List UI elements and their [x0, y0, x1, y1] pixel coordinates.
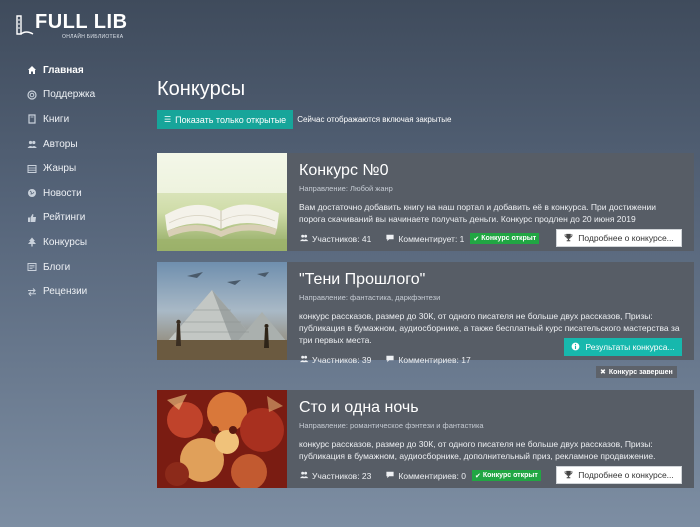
comment-icon [385, 233, 395, 244]
sidebar-item-ratings[interactable]: Рейтинги [0, 206, 140, 231]
comments-count: Комментириев: 17 [398, 354, 471, 365]
contest-card: Конкурс №0 Направление: Любой жанр Вам д… [157, 153, 694, 251]
participants-count: Участников: 39 [312, 354, 372, 365]
trophy-icon [564, 470, 573, 481]
contest-meta: Участников: 41 Комментирует: 1 ✔ Конкурс… [299, 233, 540, 244]
contest-meta: Участников: 39 Комментириев: 17 [299, 354, 471, 365]
status-label: Конкурс открыт [481, 235, 537, 242]
contest-details-label: Подробнее о конкурсе... [578, 233, 674, 243]
tree-icon [27, 237, 37, 247]
sidebar-item-reviews[interactable]: Рецензии [0, 279, 140, 304]
check-icon: ✔ [473, 235, 480, 243]
exchange-icon [27, 287, 37, 297]
sidebar-item-label: Рейтинги [43, 212, 86, 224]
users-icon [27, 139, 37, 149]
info-icon [571, 342, 580, 353]
site-logo[interactable]: FULL LIB ОНЛАЙН БИБЛИОТЕКА [15, 10, 135, 40]
sidebar-item-label: Конкурсы [43, 236, 88, 248]
blog-icon [27, 262, 37, 272]
status-label: Конкурс открыт [482, 472, 538, 479]
trophy-icon [564, 233, 573, 244]
sidebar-item-label: Главная [43, 64, 84, 76]
users-icon [299, 354, 309, 365]
logo-tagline: ОНЛАЙН БИБЛИОТЕКА [62, 34, 124, 40]
sidebar-item-support[interactable]: Поддержка [0, 83, 140, 108]
comments-count: Комментирует: 1 [398, 233, 465, 244]
comments-count: Комментириев: 0 [398, 470, 466, 481]
contest-results-label: Результаты конкурса... [585, 342, 675, 352]
contest-image-pyramids[interactable] [157, 262, 287, 360]
contest-details-label: Подробнее о конкурсе... [578, 470, 674, 480]
comment-icon [385, 470, 395, 481]
sidebar-item-label: Поддержка [43, 89, 96, 101]
lifebuoy-icon [27, 90, 37, 100]
filter-note: Сейчас отображаются включая закрытые [297, 115, 452, 124]
sidebar-item-contests[interactable]: Конкурсы [0, 230, 140, 255]
users-icon [299, 233, 309, 244]
contest-details-button[interactable]: Подробнее о конкурсе... [556, 466, 682, 484]
contest-genre: Направление: фантастика, дарк­фэнтези [299, 293, 441, 302]
book-icon [27, 114, 37, 125]
contest-description: Вам достаточно добавить книгу на наш пор… [299, 202, 657, 224]
list-icon [27, 164, 37, 174]
show-open-only-label: Показать только открытые [175, 114, 287, 125]
contest-title[interactable]: "Тени Прошлого" [299, 271, 425, 289]
page-title: Конкурсы [157, 78, 246, 100]
book-logo-icon [16, 15, 34, 35]
sidebar-item-label: Авторы [43, 138, 78, 150]
contest-card: "Тени Прошлого" Направление: фантастика,… [157, 262, 694, 365]
contest-genre: Направление: романтическое фэнтези и фан… [299, 421, 484, 430]
globe-icon [27, 188, 37, 198]
sidebar-item-genres[interactable]: Жанры [0, 156, 140, 181]
list-icon: ☰ [164, 115, 172, 124]
close-icon: ✖ [600, 369, 606, 376]
thumbs-up-icon [27, 213, 37, 223]
comment-icon [385, 354, 395, 365]
contest-genre: Направление: Любой жанр [299, 184, 393, 193]
status-badge: ✔ Конкурс открыт [472, 470, 541, 481]
sidebar-item-authors[interactable]: Авторы [0, 132, 140, 157]
contest-image-arabian-nights[interactable] [157, 390, 287, 488]
participants-count: Участников: 23 [312, 470, 372, 481]
contest-description: конкурс рассказов, размер до 30К, от одн… [299, 439, 656, 461]
sidebar-item-home[interactable]: Главная [0, 58, 140, 83]
home-icon [27, 65, 37, 75]
show-open-only-button[interactable]: ☰ Показать только открытые [157, 110, 294, 129]
contest-card: Сто и одна ночь Направление: романтическ… [157, 390, 694, 488]
contest-results-button[interactable]: Результаты конкурса... [564, 338, 682, 356]
status-badge-closed: ✖ Конкурс завершен [596, 366, 677, 378]
filter-row: ☰ Показать только открытые Сейчас отобра… [157, 110, 451, 129]
contest-title[interactable]: Сто и одна ночь [299, 399, 419, 417]
status-badge: ✔ Конкурс открыт [470, 233, 540, 244]
sidebar-item-label: Рецензии [43, 286, 88, 298]
contest-details-button[interactable]: Подробнее о конкурсе... [556, 229, 682, 247]
contest-image-open-book[interactable] [157, 153, 287, 251]
contest-title[interactable]: Конкурс №0 [299, 162, 388, 180]
sidebar-item-label: Книги [43, 113, 70, 125]
contest-meta: Участников: 23 Комментириев: 0 ✔ Конкурс… [299, 470, 541, 481]
users-icon [299, 470, 309, 481]
sidebar-item-books[interactable]: Книги [0, 107, 140, 132]
status-label: Конкурс завершен [608, 368, 673, 376]
sidebar-item-label: Блоги [43, 261, 71, 273]
participants-count: Участников: 41 [312, 233, 372, 244]
sidebar-item-label: Новости [43, 187, 82, 199]
sidebar-item-blogs[interactable]: Блоги [0, 255, 140, 280]
sidebar-item-news[interactable]: Новости [0, 181, 140, 206]
sidebar: Главная Поддержка Книги Авторы Жанры Нов… [0, 58, 140, 304]
sidebar-item-label: Жанры [43, 163, 77, 175]
check-icon: ✔ [475, 472, 481, 480]
logo-name: FULL LIB [35, 11, 128, 33]
